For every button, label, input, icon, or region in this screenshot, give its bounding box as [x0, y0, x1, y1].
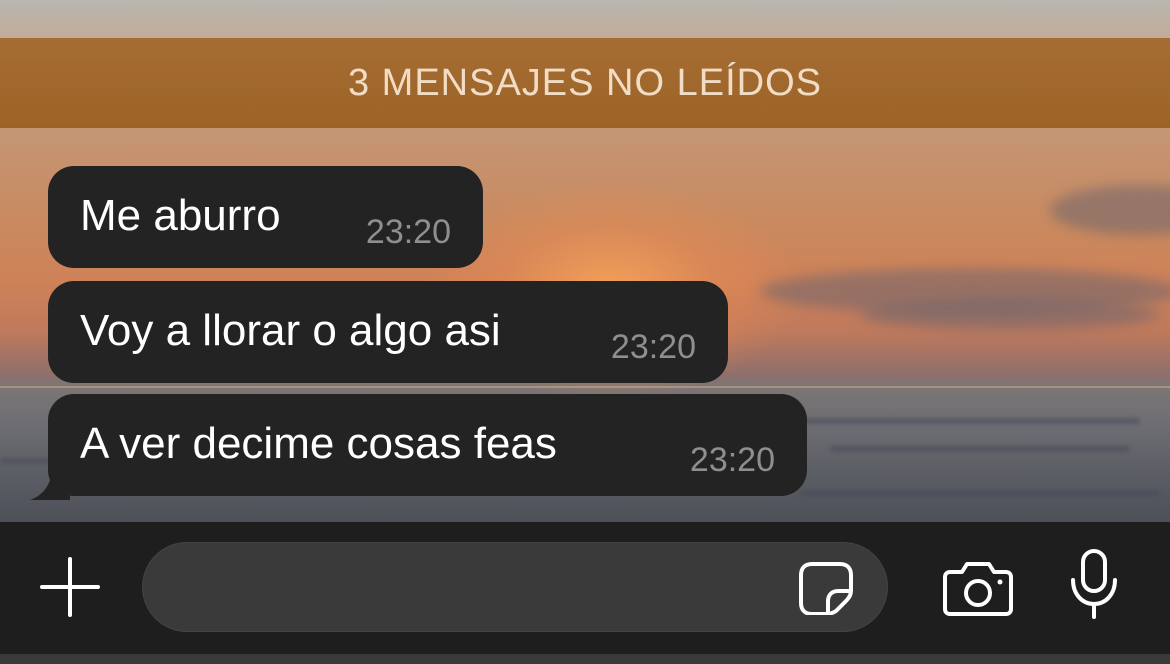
message-timestamp: 23:20 — [689, 441, 775, 479]
unread-messages-banner: 3 MENSAJES NO LEÍDOS — [0, 38, 1170, 128]
message-bubble[interactable]: Voy a llorar o algo asi 23:20 — [48, 281, 728, 383]
message-text: Voy a llorar o algo asi — [80, 306, 501, 355]
message-timestamp: 23:20 — [610, 328, 696, 366]
bubble-tail — [30, 468, 70, 500]
message-bubble[interactable]: A ver decime cosas feas 23:20 — [48, 394, 807, 496]
horizon-line — [0, 386, 1170, 388]
wave — [780, 418, 1140, 424]
message-timestamp: 23:20 — [365, 213, 451, 251]
message-input-field[interactable] — [142, 542, 888, 632]
wave — [800, 490, 1160, 496]
wave — [830, 446, 1130, 452]
camera-button[interactable] — [940, 556, 1016, 620]
cloud — [860, 300, 1160, 330]
voice-message-button[interactable] — [1064, 548, 1124, 620]
unread-messages-label: 3 MENSAJES NO LEÍDOS — [347, 61, 822, 104]
camera-icon — [943, 562, 1013, 616]
message-bubble[interactable]: Me aburro 23:20 — [48, 166, 483, 268]
plus-icon — [40, 557, 100, 617]
microphone-icon — [1071, 549, 1117, 619]
message-text: Me aburro — [80, 191, 281, 240]
message-text: A ver decime cosas feas — [80, 419, 557, 468]
sticker-icon — [799, 562, 853, 615]
sticker-button[interactable] — [797, 560, 855, 616]
cloud — [1050, 185, 1170, 235]
bottom-strip — [0, 654, 1170, 664]
message-input[interactable] — [171, 561, 795, 615]
attach-button[interactable] — [38, 555, 102, 619]
